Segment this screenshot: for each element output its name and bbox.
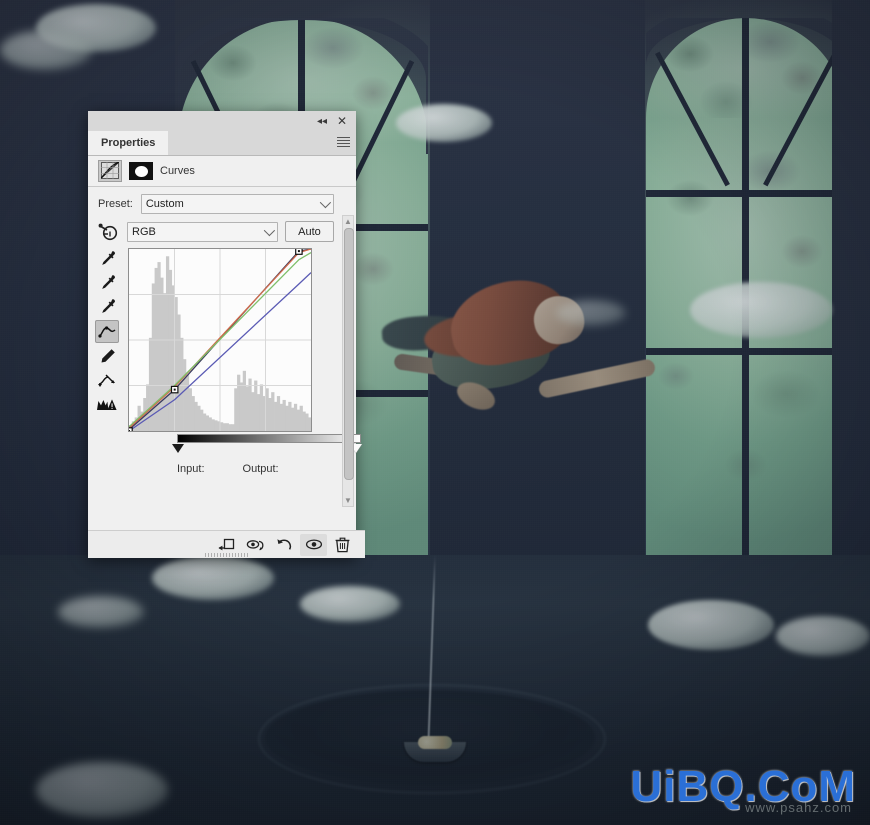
scrollbar-thumb[interactable] (344, 228, 354, 480)
screenshot-root: ◂◂ ✕ Properties Curves Preset: Custom RG… (0, 0, 870, 825)
curves-adjustment-icon[interactable] (98, 160, 122, 182)
channel-select[interactable]: RGB (127, 221, 278, 242)
smooth-curve-tool[interactable] (96, 370, 118, 391)
panel-footer (88, 530, 365, 558)
preset-value: Custom (145, 198, 184, 210)
gray-point-eyedropper[interactable] (96, 272, 118, 293)
tab-properties-label: Properties (101, 137, 156, 149)
black-point-slider[interactable] (172, 444, 184, 453)
curve-graph[interactable] (128, 248, 312, 432)
preset-label: Preset: (98, 198, 133, 210)
chevron-down-icon (263, 224, 276, 236)
panel-menu-icon[interactable] (337, 137, 350, 148)
input-label: Input: (177, 463, 205, 475)
floating-woman-figure (380, 262, 666, 442)
visibility-button[interactable] (300, 533, 327, 556)
cloud-right (690, 282, 832, 338)
collapse-double-left-icon[interactable]: ◂◂ (314, 113, 330, 129)
preset-row: Preset: Custom (88, 187, 356, 219)
delete-button[interactable] (329, 534, 356, 556)
channel-row: RGB Auto (88, 219, 356, 248)
adjustment-header: Curves (88, 156, 356, 187)
channel-value: RGB (132, 225, 156, 238)
curve-tool-strip (94, 248, 120, 415)
input-gradient-bar (177, 434, 361, 443)
layer-mask-thumbnail[interactable] (129, 162, 153, 180)
curve-point-tool[interactable] (95, 320, 119, 343)
panel-body: Preset: Custom RGB Auto Input: Output: ▲… (88, 187, 361, 517)
auto-button[interactable]: Auto (285, 221, 334, 242)
panel-tab-strip[interactable]: Properties (88, 131, 356, 156)
panel-resize-grip[interactable] (204, 553, 249, 557)
chevron-down-icon (319, 196, 332, 209)
adjustment-title: Curves (160, 165, 195, 177)
clipping-warning-tool[interactable] (96, 394, 118, 415)
white-point-eyedropper[interactable] (96, 296, 118, 317)
chevron-up-icon[interactable]: ▲ (343, 216, 353, 227)
properties-panel[interactable]: ◂◂ ✕ Properties Curves Preset: Custom RG… (88, 111, 365, 558)
panel-scrollbar[interactable]: ▲ ▼ (342, 215, 354, 507)
curve-graph-svg[interactable] (129, 249, 311, 431)
pencil-tool[interactable] (96, 346, 118, 367)
close-icon[interactable]: ✕ (334, 113, 350, 129)
input-output-row: Input: Output: (177, 463, 279, 475)
target-adjustment-tool[interactable] (96, 222, 120, 242)
tab-properties[interactable]: Properties (88, 131, 169, 155)
black-point-eyedropper[interactable] (96, 248, 118, 269)
auto-label: Auto (298, 225, 321, 238)
chevron-down-icon[interactable]: ▼ (343, 495, 353, 506)
panel-title-bar[interactable]: ◂◂ ✕ (88, 111, 356, 131)
preset-select[interactable]: Custom (140, 194, 334, 214)
output-label: Output: (242, 463, 279, 475)
curve-graph-wrapper: Input: Output: (128, 248, 361, 475)
reset-button[interactable] (271, 534, 298, 556)
